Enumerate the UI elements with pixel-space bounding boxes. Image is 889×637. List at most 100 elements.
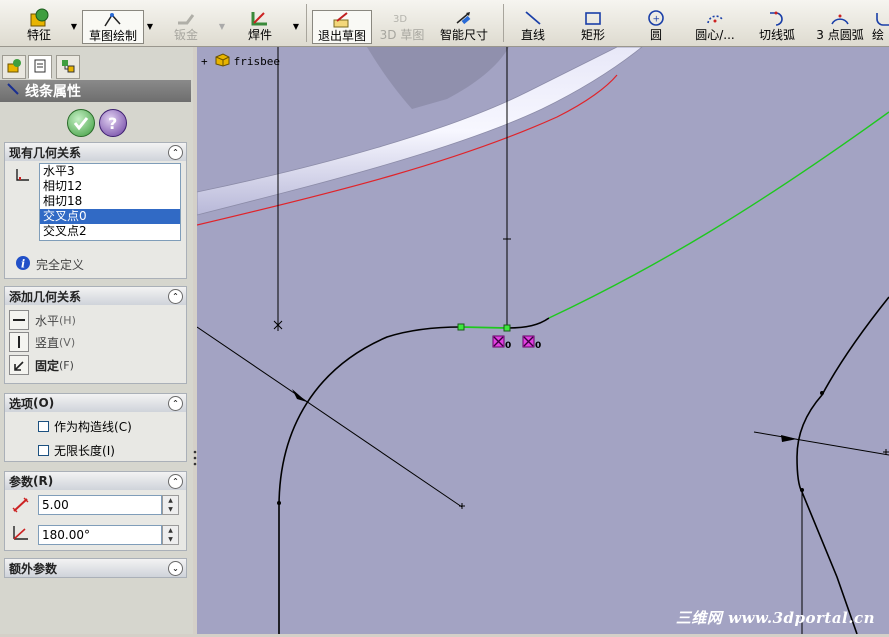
- extra-parameters-group: 额外参数 ⌄: [4, 558, 187, 578]
- horizontal-relation-button[interactable]: 水平 (H): [9, 310, 76, 330]
- svg-text:0: 0: [535, 341, 541, 351]
- sheet-metal-dropdown-icon[interactable]: ▼: [217, 10, 227, 42]
- question-mark-icon: ?: [100, 114, 126, 139]
- sketch-point: [820, 391, 824, 395]
- rectangle-icon: [581, 8, 605, 28]
- selected-endpoint: [503, 324, 511, 332]
- info-icon: i: [15, 255, 31, 274]
- options-group: 选项 (O) ⌃ 作为构造线 (C) 无限长度 (I): [4, 393, 187, 462]
- spin-down-icon[interactable]: ▼: [163, 535, 178, 544]
- feature-tree-overlay[interactable]: + frisbee: [201, 53, 280, 70]
- features-icon: [27, 8, 51, 28]
- smart-dimension-icon: [452, 8, 476, 28]
- exit-sketch-button[interactable]: 退出草图: [312, 10, 372, 44]
- endpoint-marker: [273, 319, 283, 331]
- construction-checkbox[interactable]: 作为构造线 (C): [38, 418, 132, 435]
- weldments-icon: [248, 8, 272, 28]
- line-button[interactable]: 直线: [516, 8, 550, 44]
- collapse-icon[interactable]: ⌃: [168, 145, 183, 160]
- existing-relations-list[interactable]: 水平3 相切12 相切18 交叉点0 交叉点2: [39, 163, 181, 241]
- extra-parameters-header[interactable]: 额外参数 ⌄: [5, 559, 186, 577]
- add-relations-group: 添加几何关系 ⌃ 水平 (H) 竖直 (V) 固定 (F): [4, 286, 187, 384]
- smart-dimension-button[interactable]: 智能尺寸: [436, 8, 492, 44]
- three-point-arc-button[interactable]: 3 点圆弧: [812, 8, 868, 44]
- three-point-arc-icon: [828, 8, 852, 28]
- sketch-profile: [796, 296, 889, 634]
- property-manager-title: 线条属性: [0, 80, 191, 102]
- sketch-point: [277, 501, 281, 505]
- collapse-icon[interactable]: ⌃: [168, 289, 183, 304]
- features-dropdown-icon[interactable]: ▼: [69, 10, 79, 42]
- checkbox-box[interactable]: [38, 445, 49, 456]
- list-item[interactable]: 相切12: [40, 179, 180, 194]
- part-icon: [214, 53, 230, 70]
- green-spline: [548, 111, 889, 319]
- property-manager-panel: 线条属性 ? 现有几何关系 ⌃ 水平3 相切12 相切18 交叉点0 交叉点2 …: [0, 47, 193, 634]
- expand-icon[interactable]: ⌄: [168, 561, 183, 576]
- infinite-length-checkbox[interactable]: 无限长度 (I): [38, 442, 115, 459]
- existing-relations-header[interactable]: 现有几何关系 ⌃: [5, 143, 186, 161]
- property-manager-tab[interactable]: [28, 55, 52, 79]
- parameters-group: 参数 (R) ⌃ 5.00 ▲ ▼ 180.00° ▲ ▼: [4, 471, 187, 551]
- list-item[interactable]: 交叉点2: [40, 224, 180, 239]
- tree-root-label[interactable]: frisbee: [234, 55, 280, 68]
- intersection-relation-marker[interactable]: 0: [492, 335, 511, 351]
- svg-text:0: 0: [505, 341, 511, 351]
- expand-icon[interactable]: +: [201, 55, 208, 68]
- watermark: 三维网 www.3dportal.cn: [675, 609, 875, 627]
- spin-down-icon[interactable]: ▼: [163, 505, 178, 514]
- relation-icon: [13, 167, 31, 186]
- list-item[interactable]: 水平3: [40, 164, 180, 179]
- list-item[interactable]: 交叉点0: [40, 209, 180, 224]
- spin-up-icon[interactable]: ▲: [163, 496, 178, 505]
- configuration-manager-tab[interactable]: [56, 55, 80, 79]
- sketch-dropdown-icon[interactable]: ▼: [145, 10, 155, 42]
- add-relations-header[interactable]: 添加几何关系 ⌃: [5, 287, 186, 305]
- help-button[interactable]: ?: [99, 109, 127, 137]
- sketch-fillet-button[interactable]: 绘: [872, 8, 889, 44]
- list-item[interactable]: 相切18: [40, 194, 180, 209]
- weldments-dropdown-icon[interactable]: ▼: [291, 10, 301, 42]
- sketch-profile: [278, 326, 462, 634]
- 3d-sketch-button[interactable]: 3D 3D 草图: [378, 8, 426, 44]
- svg-text:+: +: [653, 15, 661, 25]
- toolbar-separator: [306, 4, 307, 42]
- ok-button[interactable]: [67, 109, 95, 137]
- svg-text:3D: 3D: [393, 14, 407, 25]
- graphics-area[interactable]: 0 0 + frisbee 三维网 www.3dportal.cn: [197, 47, 889, 634]
- weldments-tab[interactable]: 焊件: [238, 8, 282, 44]
- sketch-canvas[interactable]: 0 0: [197, 47, 889, 634]
- sketch-tab[interactable]: 草图绘制: [82, 10, 144, 44]
- features-tab[interactable]: 特征: [18, 8, 60, 44]
- angle-icon: [11, 524, 31, 545]
- intersection-relation-marker[interactable]: 0: [522, 335, 541, 351]
- sketch-arc: [506, 317, 550, 329]
- dimension-line: [753, 431, 889, 456]
- sheet-metal-tab[interactable]: 钣金: [166, 8, 206, 44]
- toolbar-separator: [503, 4, 504, 42]
- length-spinner[interactable]: ▲ ▼: [162, 495, 179, 515]
- options-header[interactable]: 选项 (O) ⌃: [5, 394, 186, 412]
- parameters-header[interactable]: 参数 (R) ⌃: [5, 472, 186, 490]
- property-manager-icon: [32, 58, 48, 77]
- circle-button[interactable]: + 圆: [642, 8, 670, 44]
- checkbox-box[interactable]: [38, 421, 49, 432]
- sheet-metal-icon: [174, 8, 198, 28]
- circle-icon: +: [644, 8, 668, 28]
- vertical-relation-button[interactable]: 竖直 (V): [9, 332, 75, 352]
- collapse-icon[interactable]: ⌃: [168, 474, 183, 489]
- center-arc-button[interactable]: 圆心/...: [690, 8, 740, 44]
- length-input[interactable]: 5.00: [38, 495, 162, 515]
- feature-manager-tab[interactable]: [2, 55, 26, 79]
- horizontal-icon: [9, 310, 29, 330]
- angle-spinner[interactable]: ▲ ▼: [162, 525, 179, 545]
- angle-input[interactable]: 180.00°: [38, 525, 162, 545]
- rectangle-button[interactable]: 矩形: [574, 8, 612, 44]
- tangent-arc-button[interactable]: 切线弧: [756, 8, 798, 44]
- command-manager-toolbar: 特征 ▼ 草图绘制 ▼ 钣金 ▼ 焊件 ▼ 退出草图 3D 3D 草图 智能尺寸…: [0, 0, 889, 47]
- spin-up-icon[interactable]: ▲: [163, 526, 178, 535]
- svg-text:?: ?: [108, 114, 117, 133]
- fix-relation-button[interactable]: 固定 (F): [9, 355, 74, 375]
- checkmark-icon: [68, 117, 94, 139]
- collapse-icon[interactable]: ⌃: [168, 396, 183, 411]
